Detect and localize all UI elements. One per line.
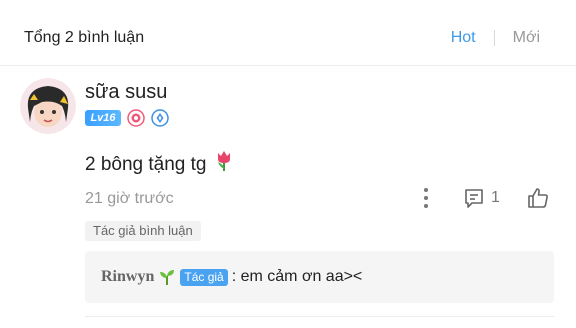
- level-badge: Lv16: [85, 110, 121, 126]
- comment-timestamp: 21 giờ trước: [85, 190, 174, 207]
- reply-author-badge: Tác giả: [180, 268, 228, 286]
- tab-divider: [493, 30, 495, 46]
- reply-count: 1: [491, 189, 500, 206]
- diamond-badge-icon: [151, 109, 169, 127]
- like-button[interactable]: [526, 186, 552, 210]
- sort-tabs: Hot Mới: [451, 28, 540, 48]
- reply-author-name[interactable]: Rinwyn: [101, 268, 154, 286]
- avatar-image: [20, 78, 76, 134]
- more-options-icon[interactable]: [417, 186, 435, 210]
- sprout-icon: [158, 268, 176, 286]
- author-comment-tag: Tác giả bình luận: [85, 221, 201, 241]
- tulip-icon: [215, 150, 233, 179]
- comment-meta-row: 21 giờ trước 1: [85, 186, 555, 210]
- comment-content: 2 bông tặng tg: [85, 150, 233, 179]
- reply-text: : em cảm ơn aa><: [231, 268, 363, 285]
- comments-count-title: Tổng 2 bình luận: [24, 29, 145, 46]
- comments-header: Tổng 2 bình luận Hot Mới: [0, 0, 576, 66]
- reply-button[interactable]: 1: [463, 186, 500, 210]
- tab-hot[interactable]: Hot: [451, 28, 476, 48]
- user-badges: Lv16: [85, 109, 169, 127]
- avatar[interactable]: [20, 78, 76, 134]
- divider: [85, 316, 554, 317]
- reply-preview[interactable]: Rinwyn Tác giả : em cảm ơn aa><: [85, 251, 554, 303]
- comment-text: 2 bông tặng tg: [85, 153, 207, 175]
- comment-username[interactable]: sữa susu: [85, 80, 167, 104]
- like-icon: [528, 188, 548, 208]
- tab-newest[interactable]: Mới: [513, 28, 540, 48]
- reply-icon: [465, 189, 483, 208]
- fan-badge-icon: [127, 109, 145, 127]
